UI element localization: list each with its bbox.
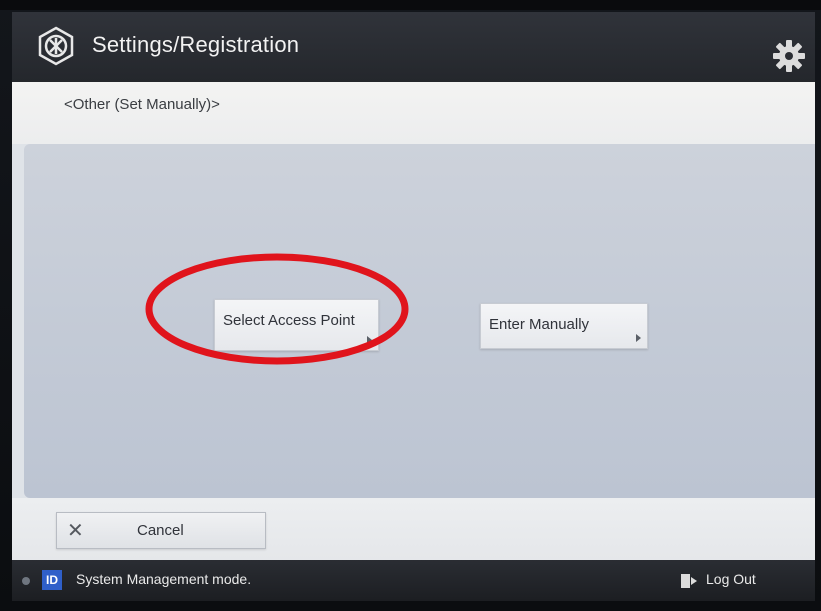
logout-label: Log Out [706, 571, 756, 587]
breadcrumb: <Other (Set Manually)> [64, 96, 220, 113]
bezel [0, 0, 821, 10]
settings-registration-icon [38, 26, 74, 66]
select-access-point-button[interactable]: Select Access Point [214, 299, 379, 351]
action-bar: ✕ Cancel [12, 498, 815, 560]
id-badge: ID [42, 570, 62, 590]
options-panel: Select Access Point Enter Manually [24, 144, 815, 498]
logout-icon [681, 574, 697, 588]
chevron-right-icon [367, 336, 372, 344]
device-frame: Settings/Registration <Other (Set Manual… [0, 0, 821, 611]
cancel-label: Cancel [137, 522, 184, 539]
status-indicator-icon [22, 577, 30, 585]
chevron-right-icon [636, 334, 641, 342]
touch-screen: Settings/Registration <Other (Set Manual… [12, 12, 815, 601]
status-bar: ID System Management mode. Log Out [12, 560, 815, 601]
cancel-button[interactable]: ✕ Cancel [56, 512, 266, 549]
mode-status-text: System Management mode. [76, 571, 252, 587]
page-title: Settings/Registration [92, 32, 300, 57]
close-icon: ✕ [67, 520, 84, 542]
gear-icon[interactable] [772, 39, 806, 73]
enter-manually-button[interactable]: Enter Manually [480, 303, 648, 349]
header-bar: Settings/Registration [12, 12, 815, 82]
enter-manually-label: Enter Manually [489, 316, 590, 333]
select-access-point-label: Select Access Point [223, 312, 355, 329]
breadcrumb-bar: <Other (Set Manually)> [12, 82, 815, 144]
